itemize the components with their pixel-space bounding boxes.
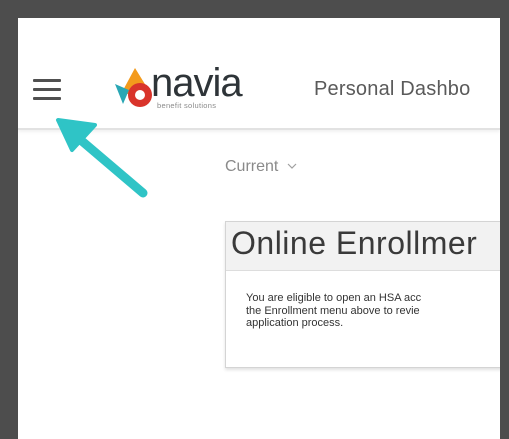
period-dropdown-value: Current	[225, 158, 279, 175]
hamburger-menu-icon[interactable]	[30, 76, 66, 106]
browser-viewport: navia benefit solutions Personal Dashbo …	[18, 18, 500, 439]
page-title: Personal Dashbo	[314, 78, 471, 100]
chevron-down-icon	[287, 156, 297, 174]
card-header: Online Enrollmer	[226, 222, 500, 271]
online-enrollment-card: Online Enrollmer You are eligible to ope…	[225, 221, 500, 368]
logo-wordmark: navia	[151, 61, 243, 105]
navia-logo[interactable]: navia benefit solutions	[113, 61, 253, 114]
card-body-line: You are eligible to open an HSA acc	[246, 292, 422, 304]
app-header: navia benefit solutions Personal Dashbo	[18, 18, 500, 130]
card-body-text: You are eligible to open an HSA acc the …	[246, 292, 500, 330]
period-dropdown[interactable]: Current	[225, 156, 297, 176]
card-body-line: the Enrollment menu above to revie	[246, 304, 420, 317]
logo-tagline: benefit solutions	[157, 101, 217, 110]
card-body-line: application process.	[246, 317, 344, 329]
menu-bar-line	[33, 97, 61, 100]
card-title: Online Enrollmer	[231, 225, 478, 261]
menu-bar-line	[33, 79, 61, 82]
menu-bar-line	[33, 88, 61, 91]
